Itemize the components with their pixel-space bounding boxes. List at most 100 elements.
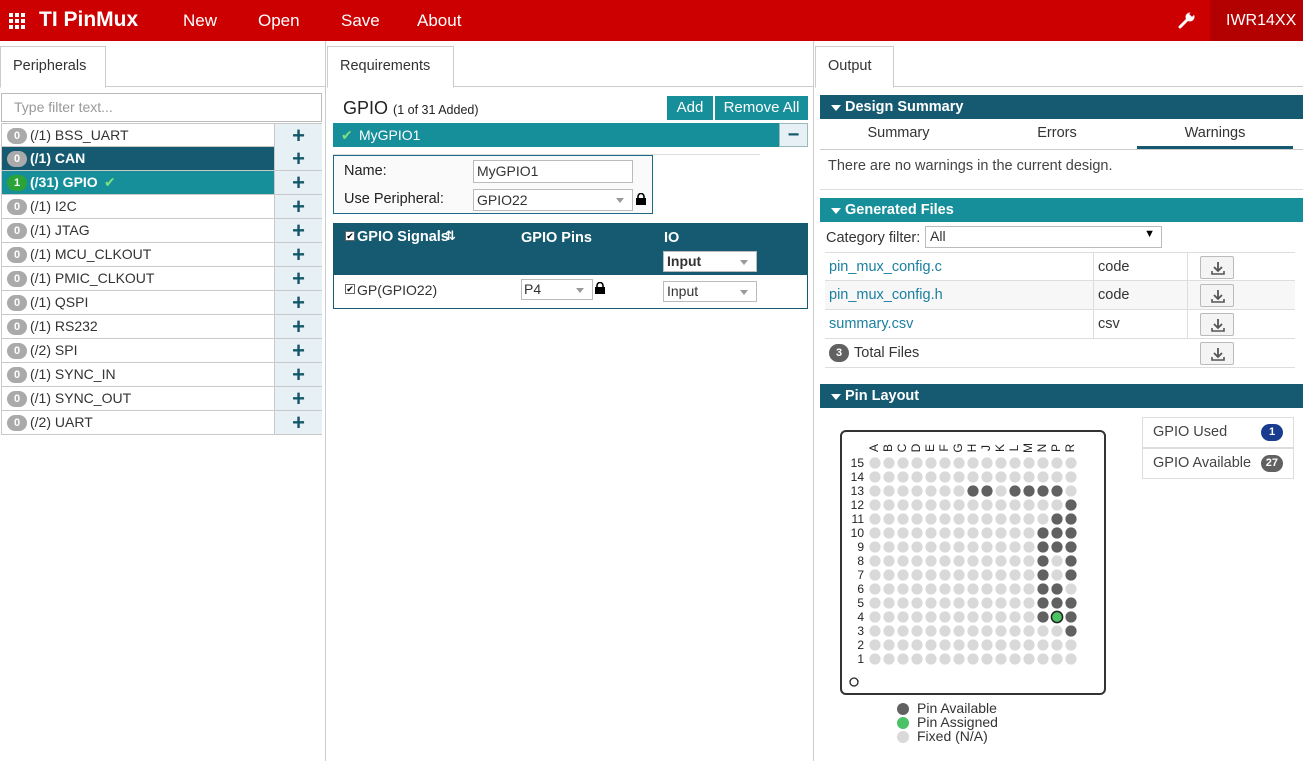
pin-H10[interactable] [967,527,979,539]
pin-D10[interactable] [911,527,923,539]
pin-H3[interactable] [967,625,979,637]
pin-M11[interactable] [1023,513,1035,525]
pin-M15[interactable] [1023,457,1035,469]
pin-F8[interactable] [939,555,951,567]
pin-N11[interactable] [1037,513,1049,525]
add-button[interactable]: Add [667,96,713,120]
pin-M8[interactable] [1023,555,1035,567]
pin-G9[interactable] [953,541,965,553]
pin-G14[interactable] [953,471,965,483]
pin-D7[interactable] [911,569,923,581]
pin-A11[interactable] [869,513,881,525]
pin-H8[interactable] [967,555,979,567]
gpio-instance-bar[interactable]: ✔ MyGPIO1 − [333,123,808,147]
pin-E8[interactable] [925,555,937,567]
pin-K10[interactable] [995,527,1007,539]
pin-A7[interactable] [869,569,881,581]
pin-G6[interactable] [953,583,965,595]
pin-R9[interactable] [1065,541,1077,553]
pin-E5[interactable] [925,597,937,609]
pin-H14[interactable] [967,471,979,483]
pin-F14[interactable] [939,471,951,483]
pin-H12[interactable] [967,499,979,511]
pin-C5[interactable] [897,597,909,609]
peripheral-row[interactable]: 0 (/1) JTAG + [1,219,322,243]
pin-A2[interactable] [869,639,881,651]
peripheral-row[interactable]: 0 (/2) UART + [1,411,322,435]
pin-K4[interactable] [995,611,1007,623]
pin-J12[interactable] [981,499,993,511]
pin-B2[interactable] [883,639,895,651]
pin-R5[interactable] [1065,597,1077,609]
pin-L13[interactable] [1009,485,1021,497]
pin-K12[interactable] [995,499,1007,511]
pin-P14[interactable] [1051,471,1063,483]
pin-F4[interactable] [939,611,951,623]
pin-F13[interactable] [939,485,951,497]
pin-B7[interactable] [883,569,895,581]
pin-J7[interactable] [981,569,993,581]
pin-R10[interactable] [1065,527,1077,539]
pin-E12[interactable] [925,499,937,511]
peripheral-row[interactable]: 0 (/1) SYNC_OUT + [1,387,322,411]
pin-R13[interactable] [1065,485,1077,497]
pin-F5[interactable] [939,597,951,609]
menu-save[interactable]: Save [341,11,380,31]
file-name-link[interactable]: pin_mux_config.h [829,281,943,309]
pin-B8[interactable] [883,555,895,567]
pin-G11[interactable] [953,513,965,525]
pin-C10[interactable] [897,527,909,539]
pin-J4[interactable] [981,611,993,623]
pin-C15[interactable] [897,457,909,469]
pin-E10[interactable] [925,527,937,539]
pin-J13[interactable] [981,485,993,497]
pin-N3[interactable] [1037,625,1049,637]
pin-M13[interactable] [1023,485,1035,497]
pin-K7[interactable] [995,569,1007,581]
pin-A1[interactable] [869,653,881,665]
pin-G13[interactable] [953,485,965,497]
pin-H2[interactable] [967,639,979,651]
pin-E11[interactable] [925,513,937,525]
pin-B4[interactable] [883,611,895,623]
peripheral-row[interactable]: 0 (/1) SYNC_IN + [1,363,322,387]
pin-B14[interactable] [883,471,895,483]
pin-R7[interactable] [1065,569,1077,581]
add-peripheral-button[interactable]: + [274,171,322,194]
pin-E4[interactable] [925,611,937,623]
pin-H1[interactable] [967,653,979,665]
pin-F12[interactable] [939,499,951,511]
peripheral-row[interactable]: 0 (/1) CAN + [1,147,322,171]
pin-P9[interactable] [1051,541,1063,553]
pin-H4[interactable] [967,611,979,623]
pin-L6[interactable] [1009,583,1021,595]
remove-all-button[interactable]: Remove All [715,96,808,120]
pin-N9[interactable] [1037,541,1049,553]
pin-F15[interactable] [939,457,951,469]
pin-H11[interactable] [967,513,979,525]
pin-A13[interactable] [869,485,881,497]
pin-B12[interactable] [883,499,895,511]
pin-P2[interactable] [1051,639,1063,651]
pin-N6[interactable] [1037,583,1049,595]
pin-M5[interactable] [1023,597,1035,609]
pin-N4[interactable] [1037,611,1049,623]
pin-N15[interactable] [1037,457,1049,469]
add-peripheral-button[interactable]: + [274,243,322,266]
pin-R12[interactable] [1065,499,1077,511]
pin-G2[interactable] [953,639,965,651]
signal-checkbox[interactable]: ✔ [345,284,355,294]
pin-N8[interactable] [1037,555,1049,567]
pin-H7[interactable] [967,569,979,581]
pin-J11[interactable] [981,513,993,525]
pin-C8[interactable] [897,555,909,567]
pin-A3[interactable] [869,625,881,637]
pin-B9[interactable] [883,541,895,553]
download-icon[interactable] [1200,284,1234,307]
pin-B10[interactable] [883,527,895,539]
add-peripheral-button[interactable]: + [274,267,322,290]
pin-A14[interactable] [869,471,881,483]
peripheral-row[interactable]: 0 (/1) QSPI + [1,291,322,315]
pin-R3[interactable] [1065,625,1077,637]
pin-L8[interactable] [1009,555,1021,567]
